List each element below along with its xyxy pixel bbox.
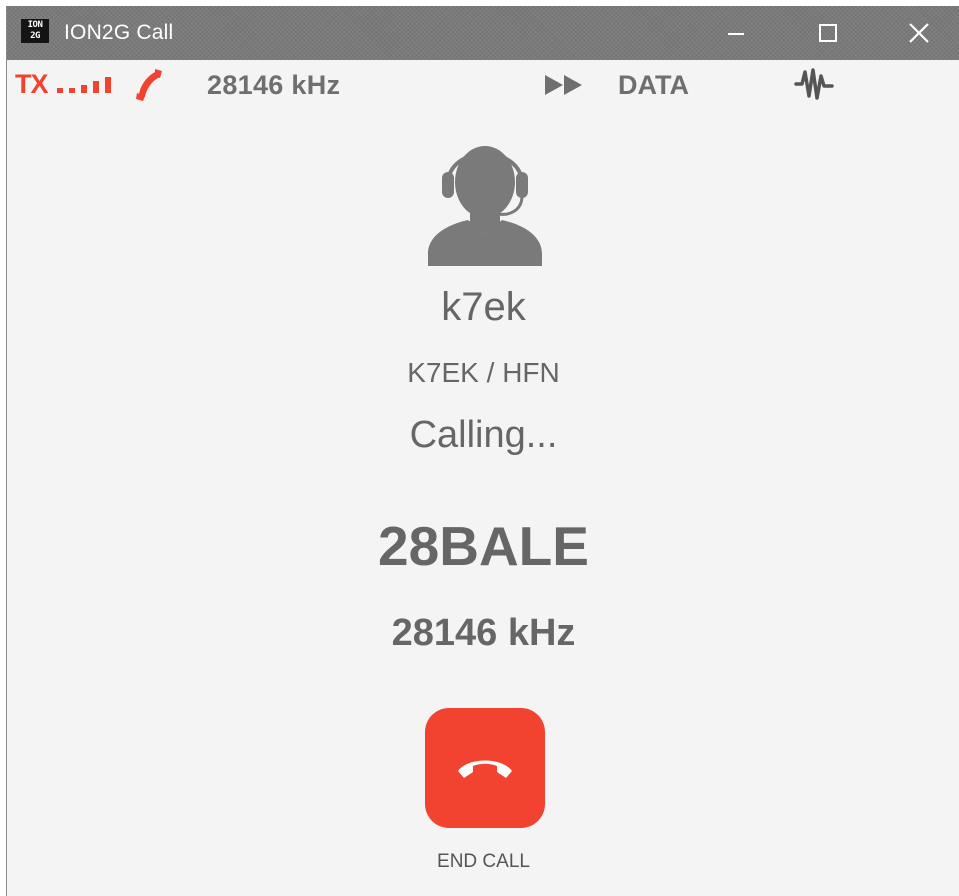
tx-indicator: TX (15, 69, 49, 99)
status-frequency: 28146 kHz (207, 70, 341, 100)
mode-label: DATA (618, 70, 689, 100)
maximize-icon (819, 24, 837, 42)
signal-bar (93, 81, 99, 93)
waveform-icon (794, 68, 834, 100)
call-frequency: 28146 kHz (391, 612, 576, 654)
app-logo-icon: ION 2G (21, 19, 49, 43)
window-title: ION2G Call (64, 21, 174, 44)
contact-address: K7EK / HFN (407, 357, 560, 388)
minimize-button[interactable] (690, 6, 782, 60)
call-status: Calling... (409, 414, 558, 456)
call-window: ION 2G ION2G Call TX 28146 kHz DATA k7ek… (6, 6, 959, 896)
contact-name: k7ek (441, 285, 526, 329)
signal-bar (69, 88, 75, 93)
signal-bar (57, 88, 63, 93)
status-bar: TX 28146 kHz DATA (7, 60, 959, 110)
close-icon (909, 23, 929, 43)
signal-bar (105, 77, 111, 93)
phone-icon (136, 69, 162, 101)
hang-up-icon (458, 760, 512, 778)
minimize-icon (728, 33, 744, 35)
contact-avatar-icon (428, 146, 542, 266)
maximize-button[interactable] (782, 6, 874, 60)
fast-forward-icon (545, 75, 582, 95)
end-call-button[interactable] (425, 708, 545, 828)
close-button[interactable] (873, 6, 959, 60)
signal-bar (81, 85, 87, 93)
channel-name: 28BALE (378, 515, 589, 577)
title-bar[interactable]: ION 2G ION2G Call (7, 6, 959, 60)
signal-bars-icon (51, 77, 113, 93)
end-call-label: END CALL (437, 851, 530, 872)
